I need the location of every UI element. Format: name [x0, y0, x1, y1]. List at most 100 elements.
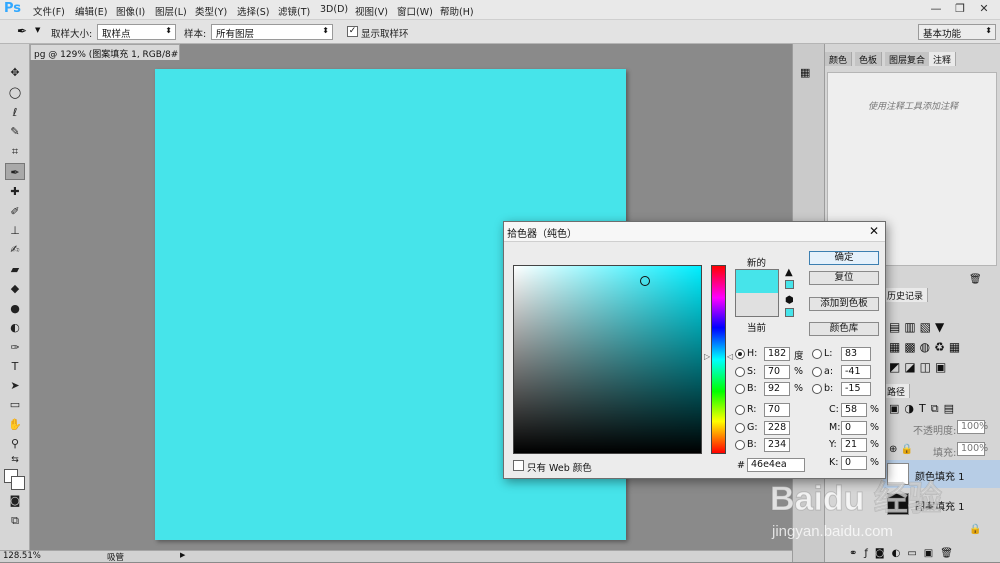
menu-view[interactable]: 视图(V) [355, 4, 388, 18]
blur-tool-icon[interactable]: ● [5, 300, 25, 317]
hue-arrow-left-icon[interactable]: ▷ [704, 352, 710, 361]
opacity-field[interactable]: 100% [957, 420, 988, 434]
path-select-tool-icon[interactable]: ➤ [5, 377, 25, 394]
field-c[interactable]: 58 [841, 403, 867, 417]
radio-r[interactable] [735, 405, 745, 415]
radio-s[interactable] [735, 367, 745, 377]
lock-icons[interactable]: ⊕ 🔒 [889, 444, 913, 455]
radio-h[interactable] [735, 349, 745, 359]
menu-window[interactable]: 窗口(W) [397, 4, 433, 18]
field-a[interactable]: -41 [841, 365, 871, 379]
hue-slider[interactable] [711, 265, 726, 454]
radio-blue[interactable] [735, 440, 745, 450]
add-to-swatches-button[interactable]: 添加到色板 [809, 297, 879, 311]
layer-filter-icons[interactable]: ▣◑T⧉▤ [889, 402, 959, 416]
eyedropper-tool-icon[interactable]: ✒ [5, 163, 25, 180]
field-y[interactable]: 21 [841, 438, 867, 452]
type-tool-icon[interactable]: T [5, 358, 25, 375]
fill-field[interactable]: 100% [957, 442, 988, 456]
adjustment-icons-row-2[interactable]: ▦▩◍♻▦ [889, 340, 964, 354]
restore-button[interactable]: ❐ [950, 2, 970, 16]
zoom-level[interactable]: 128.51% [3, 551, 41, 561]
paint-bucket-tool-icon[interactable]: ◆ [5, 280, 25, 297]
adjustment-icons-row-3[interactable]: ◩◪◫▣ [889, 360, 950, 374]
reset-button[interactable]: 复位 [809, 271, 879, 285]
dodge-tool-icon[interactable]: ◐ [5, 319, 25, 336]
menu-filter[interactable]: 滤镜(T) [278, 4, 310, 18]
brush-tool-icon[interactable]: ✐ [5, 203, 25, 220]
trash-icon[interactable]: 🗑 [969, 274, 982, 285]
color-field-cursor[interactable] [640, 276, 650, 286]
tab-notes[interactable]: 注释 [929, 52, 957, 66]
adjustment-icons-row-1[interactable]: ▤▥▧▼ [889, 320, 948, 334]
lasso-tool-icon[interactable]: ℓ [5, 104, 25, 121]
radio-lab-b[interactable] [812, 384, 822, 394]
tab-history[interactable]: 历史记录 [883, 288, 929, 302]
field-k[interactable]: 0 [841, 456, 867, 470]
menu-3d[interactable]: 3D(D) [320, 4, 348, 15]
status-menu-arrow-icon[interactable]: ▶ [180, 551, 185, 559]
field-h[interactable]: 182 [764, 347, 790, 361]
gamut-swatch[interactable] [785, 280, 794, 289]
web-cube-icon[interactable]: ⬢ [785, 295, 794, 306]
hue-arrow-right-icon[interactable]: ◁ [727, 352, 733, 361]
field-g[interactable]: 228 [764, 421, 790, 435]
current-color-swatch[interactable] [735, 293, 779, 317]
eyedropper-tool-preset-icon[interactable]: ✒ [17, 24, 27, 38]
crop-tool-icon[interactable]: ⌗ [5, 143, 25, 160]
swap-colors-icon[interactable]: ⇆ [5, 452, 25, 469]
radio-l[interactable] [812, 349, 822, 359]
color-field[interactable] [513, 265, 702, 454]
field-l[interactable]: 83 [841, 347, 871, 361]
quick-select-tool-icon[interactable]: ✎ [5, 123, 25, 140]
tab-layer-comps[interactable]: 图层复合 [885, 52, 931, 66]
marquee-tool-icon[interactable]: ◯ [5, 84, 25, 101]
document-tab[interactable]: pg @ 129% (图案填充 1, RGB/8#) * × [30, 44, 180, 60]
chevron-down-icon[interactable]: ▼ [35, 26, 40, 34]
history-brush-tool-icon[interactable]: ✍ [5, 241, 25, 258]
close-window-button[interactable]: ✕ [974, 2, 994, 16]
menu-edit[interactable]: 编辑(E) [75, 4, 107, 18]
background-color-swatch[interactable] [11, 476, 25, 490]
web-safe-swatch[interactable] [785, 308, 794, 317]
clone-stamp-tool-icon[interactable]: ⊥ [5, 222, 25, 239]
field-m[interactable]: 0 [841, 421, 867, 435]
field-lab-b[interactable]: -15 [841, 382, 871, 396]
tab-color[interactable]: 颜色 [825, 52, 853, 66]
field-s[interactable]: 70 [764, 365, 790, 379]
radio-a[interactable] [812, 367, 822, 377]
ok-button[interactable]: 确定 [809, 251, 879, 265]
color-libraries-button[interactable]: 颜色库 [809, 322, 879, 336]
tab-swatches[interactable]: 色板 [855, 52, 883, 66]
minimize-button[interactable]: — [926, 2, 946, 16]
healing-brush-tool-icon[interactable]: ✚ [5, 183, 25, 200]
quick-mask-icon[interactable]: ◙ [5, 492, 25, 509]
eraser-tool-icon[interactable]: ▰ [5, 261, 25, 278]
hex-field[interactable]: 46e4ea [747, 458, 805, 472]
radio-b[interactable] [735, 384, 745, 394]
move-tool-icon[interactable]: ✥ [5, 64, 25, 81]
menu-file[interactable]: 文件(F) [33, 4, 65, 18]
web-colors-only-checkbox[interactable] [513, 460, 524, 471]
menu-help[interactable]: 帮助(H) [440, 4, 474, 18]
menu-select[interactable]: 选择(S) [237, 4, 269, 18]
menu-image[interactable]: 图像(I) [116, 4, 145, 18]
rectangle-tool-icon[interactable]: ▭ [5, 396, 25, 413]
radio-g[interactable] [735, 423, 745, 433]
workspace-select[interactable]: 基本功能 ⬍ [918, 24, 996, 40]
screen-mode-icon[interactable]: ⧉ [5, 512, 25, 529]
sample-size-select[interactable]: 取样点 ⬍ [97, 24, 176, 40]
close-icon[interactable]: ✕ [867, 224, 881, 238]
show-ring-checkbox[interactable]: ✓ [347, 26, 358, 37]
menu-layer[interactable]: 图层(L) [155, 4, 187, 18]
field-b[interactable]: 92 [764, 382, 790, 396]
sample-select[interactable]: 所有图层 ⬍ [211, 24, 333, 40]
warning-icon[interactable]: ▲ [785, 267, 793, 278]
histogram-icon[interactable]: ▦ [800, 66, 810, 79]
field-blue[interactable]: 234 [764, 438, 790, 452]
tab-paths[interactable]: 路径 [883, 384, 911, 398]
hand-tool-icon[interactable]: ✋ [5, 416, 25, 433]
field-r[interactable]: 70 [764, 403, 790, 417]
zoom-tool-icon[interactable]: ⚲ [5, 435, 25, 452]
menu-type[interactable]: 类型(Y) [195, 4, 227, 18]
